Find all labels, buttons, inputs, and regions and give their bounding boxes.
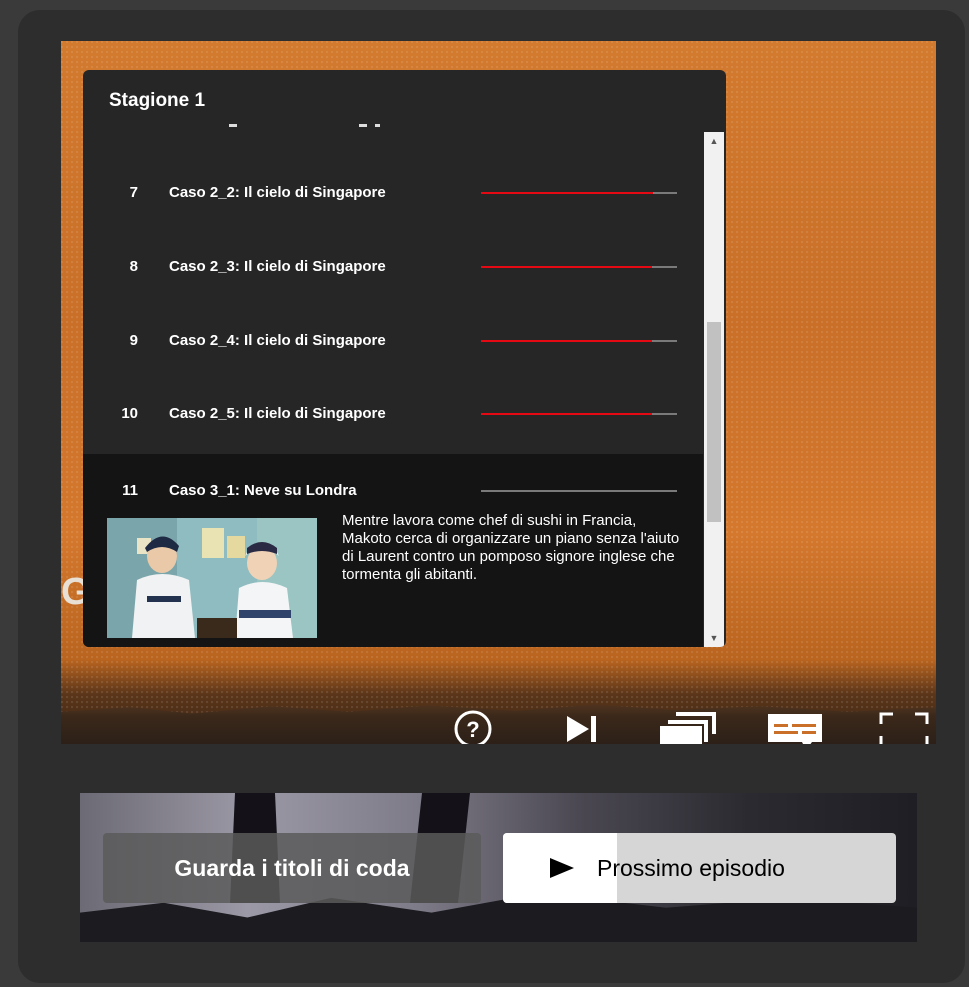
play-icon bbox=[550, 858, 574, 878]
episode-number: 8 bbox=[129, 258, 138, 275]
panel-scrollbar[interactable]: ▲ ▼ bbox=[704, 132, 724, 647]
next-episode-icon[interactable] bbox=[561, 706, 601, 744]
previous-episode-peek bbox=[83, 120, 703, 140]
fullscreen-icon[interactable] bbox=[879, 706, 929, 744]
scroll-thumb[interactable] bbox=[707, 322, 721, 522]
episode-progress-bar bbox=[481, 266, 677, 268]
episode-number: 9 bbox=[129, 332, 138, 349]
next-episode-button[interactable]: Prossimo episodio bbox=[503, 833, 896, 903]
next-episode-label: Prossimo episodio bbox=[597, 855, 785, 881]
episode-number: 10 bbox=[121, 405, 138, 422]
episode-number: 7 bbox=[129, 184, 138, 201]
episode-description: Mentre lavora come chef di sushi in Fran… bbox=[342, 512, 680, 583]
episode-row-9[interactable]: 9 Caso 2_4: Il cielo di Singapore bbox=[83, 304, 703, 378]
episode-row-8[interactable]: 8 Caso 2_3: Il cielo di Singapore bbox=[83, 230, 703, 304]
episode-title: Caso 3_1: Neve su Londra bbox=[169, 482, 357, 499]
help-icon[interactable]: ? bbox=[451, 706, 495, 744]
episode-number: 11 bbox=[122, 482, 138, 499]
scroll-down-arrow-icon[interactable]: ▼ bbox=[704, 629, 724, 647]
scroll-up-arrow-icon[interactable]: ▲ bbox=[704, 132, 724, 150]
episode-progress-bar bbox=[481, 192, 677, 194]
episode-progress-bar bbox=[481, 490, 677, 492]
episodes-icon[interactable] bbox=[656, 706, 722, 744]
episode-row-7[interactable]: 7 Caso 2_2: Il cielo di Singapore bbox=[83, 156, 703, 230]
episode-thumbnail[interactable] bbox=[107, 518, 317, 638]
season-title: Stagione 1 bbox=[109, 90, 206, 111]
episode-panel: Stagione 1 7 Caso 2_2: Il cielo di Singa… bbox=[83, 70, 726, 647]
episode-progress-bar bbox=[481, 340, 677, 342]
subtitles-icon[interactable] bbox=[766, 706, 826, 744]
episode-progress-bar bbox=[481, 413, 677, 415]
episode-title: Caso 2_2: Il cielo di Singapore bbox=[169, 184, 386, 201]
episode-title: Caso 2_5: Il cielo di Singapore bbox=[169, 405, 386, 422]
episode-row-11-active[interactable]: 11 Caso 3_1: Neve su Londra Mentre lavor… bbox=[83, 454, 703, 647]
svg-text:?: ? bbox=[466, 717, 479, 742]
episode-title: Caso 2_4: Il cielo di Singapore bbox=[169, 332, 386, 349]
episode-row-10[interactable]: 10 Caso 2_5: Il cielo di Singapore bbox=[83, 377, 703, 451]
episode-title: Caso 2_3: Il cielo di Singapore bbox=[169, 258, 386, 275]
watch-credits-button[interactable]: Guarda i titoli di coda bbox=[103, 833, 481, 903]
